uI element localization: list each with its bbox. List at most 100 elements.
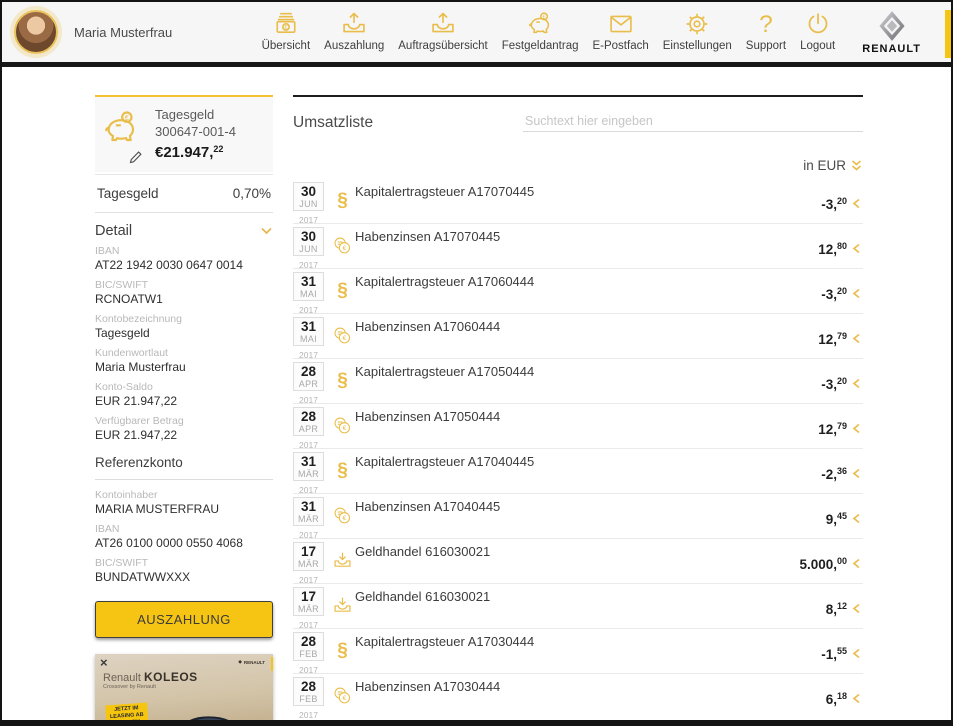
upload-tray-icon [429,10,457,38]
top-header: Maria Musterfrau Übersicht Auszahlung Au… [2,2,951,67]
ad-accent-strip [271,657,273,671]
detail-section: Detail IBAN AT22 1942 0030 0647 0014 BIC… [95,213,273,443]
transaction-row[interactable]: 30 JUN 2017 § Kapitalertragsteuer A17070… [293,179,863,224]
transaction-date: 28 FEB [293,677,324,706]
content-area: Tagesgeld 300647-001-4 €21.947,22 Tagesg… [2,67,951,726]
transaction-row[interactable]: 30 JUN 2017 Habenzinsen A17070445 12,80 [293,224,863,269]
field-label: Verfügbarer Betrag [95,415,273,428]
cash-drawer-icon [272,10,300,38]
brand-name: RENAULT [862,43,921,55]
transaction-date: 31 MÄR [293,497,324,526]
detail-field: Kontobezeichnung Tagesgeld [95,313,273,341]
chevron-left-icon[interactable] [852,693,861,704]
transaction-row[interactable]: 31 MÄR 2017 § Kapitalertragsteuer A17040… [293,449,863,494]
transaction-date: 28 APR [293,407,324,436]
nav-item-einstellungen[interactable]: Einstellungen [656,6,739,58]
chevron-left-icon[interactable] [852,378,861,389]
transaction-date: 31 MÄR [293,452,324,481]
ad-title: Renault KOLEOS [103,670,198,684]
payout-button[interactable]: AUSZAHLUNG [95,601,273,638]
transaction-amount: -2,36 [821,466,847,482]
account-type: Tagesgeld [155,106,236,123]
account-balance: €21.947,22 [155,140,236,162]
transaction-year: 2017 [293,710,324,720]
chevron-left-icon[interactable] [852,243,861,254]
transaction-label: Geldhandel 616030021 [355,539,863,559]
chevron-left-icon[interactable] [852,513,861,524]
transaction-amount: -1,55 [821,646,847,662]
nav-item-support[interactable]: Support [739,6,793,58]
chevron-left-icon[interactable] [852,648,861,659]
coins-icon [332,685,353,706]
account-sidebar: Tagesgeld 300647-001-4 €21.947,22 Tagesg… [95,95,273,726]
transaction-amount: 6,18 [826,691,847,707]
coins-icon [332,235,353,256]
renault-logo[interactable]: RENAULT [862,10,921,55]
transaction-row[interactable]: 28 FEB 2017 § Kapitalertragsteuer A17030… [293,629,863,674]
field-label: Konto-Saldo [95,381,273,394]
collapse-chevron-icon[interactable] [260,226,273,236]
nav-item-e-postfach[interactable]: E-Postfach [585,6,655,58]
transaction-row[interactable]: 31 MÄR 2017 Habenzinsen A17040445 9,45 [293,494,863,539]
coins-icon [332,325,353,346]
nav-item-auszahlung[interactable]: Auszahlung [317,6,391,58]
pencil-icon[interactable] [129,151,142,164]
detail-field: IBAN AT26 0100 0000 0550 4068 [95,523,273,551]
detail-field: Kontoinhaber MARIA MUSTERFRAU [95,489,273,517]
chevron-left-icon[interactable] [852,468,861,479]
nav-item-logout[interactable]: Logout [793,6,842,58]
search-input[interactable] [523,111,863,132]
transaction-row[interactable]: 17 MÄR 2017 Geldhandel 616030021 8,12 [293,584,863,629]
transaction-row[interactable]: 28 APR 2017 Habenzinsen A17050444 12,79 [293,404,863,449]
currency-sort-control[interactable]: in EUR [293,158,863,173]
ad-brand: ◆RENAULT [238,659,265,665]
nav-item-festgeldantrag[interactable]: Festgeldantrag [495,6,586,58]
chevron-left-icon[interactable] [852,603,861,614]
ad-subtitle: Crossover by Renault [103,684,156,690]
transaction-row[interactable]: 31 MAI 2017 Habenzinsen A17060444 12,79 [293,314,863,359]
koleos-ad-banner[interactable]: × Renault KOLEOS Crossover by Renault JE… [95,654,273,726]
rate-value: 0,70% [233,186,271,201]
user-avatar[interactable] [14,10,58,54]
field-value: RCNOATW1 [95,292,273,307]
transaction-date: 31 MAI [293,272,324,301]
transaction-amount: 12,79 [818,421,847,437]
currency-sort-label: in EUR [803,158,846,173]
transaction-label: Habenzinsen A17070445 [355,224,863,244]
main-nav: Übersicht Auszahlung Auftragsübersicht F… [255,6,843,58]
account-card[interactable]: Tagesgeld 300647-001-4 €21.947,22 [95,95,273,172]
field-value: Maria Musterfrau [95,360,273,375]
transaction-row[interactable]: 31 MAI 2017 § Kapitalertragsteuer A17060… [293,269,863,314]
suv-car-image [157,700,273,726]
detail-fields: IBAN AT22 1942 0030 0647 0014 BIC/SWIFT … [95,245,273,443]
transaction-label: Kapitalertragsteuer A17060444 [355,269,863,289]
field-label: BIC/SWIFT [95,557,273,570]
header-accent-strip [945,10,951,58]
download-tray-icon [332,595,353,616]
transaction-date: 17 MÄR [293,542,324,571]
transaction-label: Habenzinsen A17030444 [355,674,863,694]
nav-item-auftragsuebersicht[interactable]: Auftragsübersicht [391,6,495,58]
transaction-date: 28 FEB [293,632,324,661]
field-value: Tagesgeld [95,326,273,341]
chevron-left-icon[interactable] [852,288,861,299]
rate-label: Tagesgeld [97,186,159,201]
chevron-left-icon[interactable] [852,558,861,569]
transaction-label: Geldhandel 616030021 [355,584,863,604]
chevron-left-icon[interactable] [852,198,861,209]
detail-field: IBAN AT22 1942 0030 0647 0014 [95,245,273,273]
transaction-list: 30 JUN 2017 § Kapitalertragsteuer A17070… [293,179,863,719]
reference-account-title: Referenzkonto [95,455,273,480]
power-icon [804,10,832,38]
page-title: Umsatzliste [293,114,373,132]
transaction-row[interactable]: 28 FEB 2017 Habenzinsen A17030444 6,18 [293,674,863,719]
chevron-left-icon[interactable] [852,333,861,344]
chevron-left-icon[interactable] [852,423,861,434]
close-icon[interactable]: × [100,655,108,670]
paragraph-icon: § [332,280,353,301]
nav-item-uebersicht[interactable]: Übersicht [255,6,318,58]
transaction-row[interactable]: 28 APR 2017 § Kapitalertragsteuer A17050… [293,359,863,404]
transaction-row[interactable]: 17 MÄR 2017 Geldhandel 616030021 5.000,0… [293,539,863,584]
transaction-date: 31 MAI [293,317,324,346]
field-label: BIC/SWIFT [95,279,273,292]
